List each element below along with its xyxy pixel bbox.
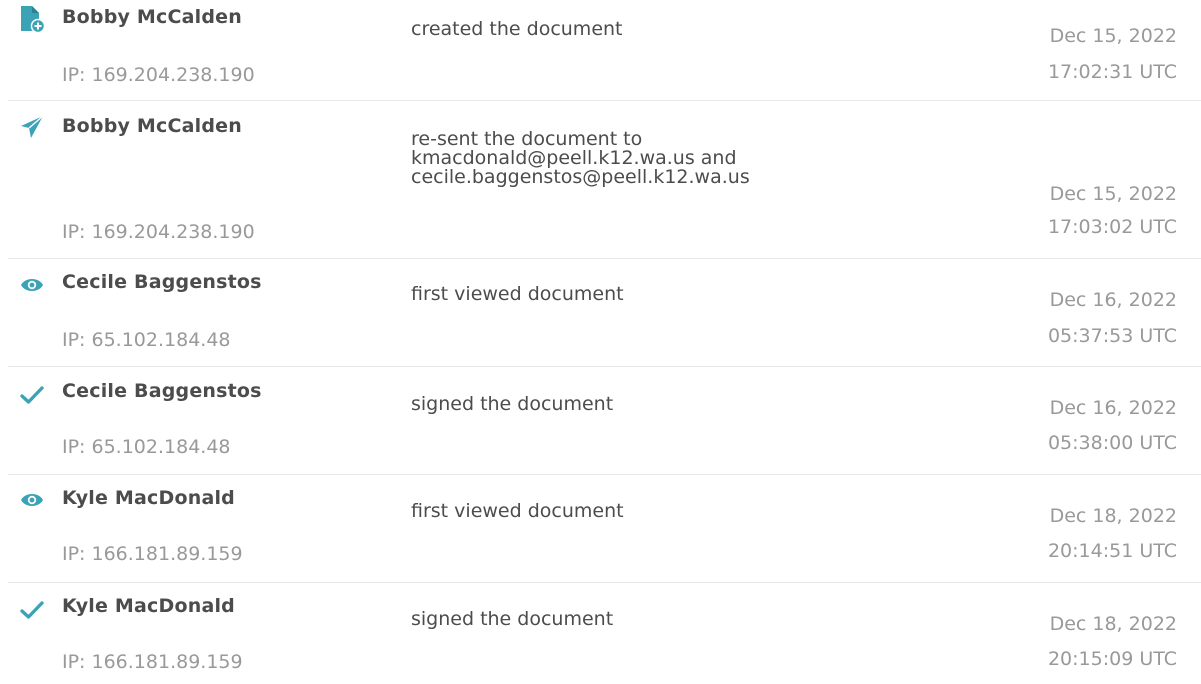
checkmark-icon	[18, 596, 46, 624]
audit-trail-log: Bobby McCalden created the document Dec …	[0, 0, 1201, 684]
actor-name: Kyle MacDonald	[62, 487, 235, 509]
event-date: Dec 18, 2022	[1049, 613, 1177, 635]
event-time: 05:37:53 UTC	[1047, 325, 1177, 347]
action-text: signed the document	[411, 393, 614, 415]
event-date: Dec 15, 2022	[1049, 25, 1177, 47]
event-time: 17:02:31 UTC	[1047, 61, 1177, 83]
action-text: signed the document	[411, 608, 614, 630]
paper-plane-icon	[18, 113, 46, 141]
event-time: 20:14:51 UTC	[1047, 540, 1177, 562]
actor-name: Bobby McCalden	[62, 115, 242, 137]
actor-ip: IP: 65.102.184.48	[62, 436, 231, 458]
event-date: Dec 16, 2022	[1049, 397, 1177, 419]
document-plus-icon	[18, 5, 46, 33]
action-text: re-sent the document to kmacdonald@peell…	[411, 128, 750, 188]
actor-name: Kyle MacDonald	[62, 595, 235, 617]
event-time: 05:38:00 UTC	[1047, 432, 1177, 454]
actor-ip: IP: 166.181.89.159	[62, 543, 243, 565]
event-date: Dec 16, 2022	[1049, 289, 1177, 311]
eye-icon	[18, 271, 46, 299]
audit-entry: Cecile Baggenstos first viewed document …	[0, 259, 1201, 367]
event-time: 20:15:09 UTC	[1047, 648, 1177, 670]
audit-entry: Kyle MacDonald first viewed document Dec…	[0, 475, 1201, 583]
event-date: Dec 15, 2022	[1049, 183, 1177, 205]
event-time: 17:03:02 UTC	[1047, 216, 1177, 238]
actor-ip: IP: 169.204.238.190	[62, 221, 255, 243]
actor-ip: IP: 166.181.89.159	[62, 651, 243, 673]
eye-icon	[18, 486, 46, 514]
action-text: first viewed document	[411, 500, 624, 522]
actor-name: Bobby McCalden	[62, 6, 242, 28]
checkmark-icon	[18, 381, 46, 409]
actor-name: Cecile Baggenstos	[62, 380, 262, 402]
event-date: Dec 18, 2022	[1049, 505, 1177, 527]
audit-entry: Bobby McCalden re-sent the document to k…	[0, 101, 1201, 259]
action-text: created the document	[411, 18, 623, 40]
audit-entry: Kyle MacDonald signed the document Dec 1…	[0, 583, 1201, 684]
actor-ip: IP: 169.204.238.190	[62, 64, 255, 86]
audit-entry: Bobby McCalden created the document Dec …	[0, 0, 1201, 101]
actor-name: Cecile Baggenstos	[62, 271, 262, 293]
action-text: first viewed document	[411, 283, 624, 305]
audit-entry: Cecile Baggenstos signed the document De…	[0, 367, 1201, 475]
actor-ip: IP: 65.102.184.48	[62, 329, 231, 351]
